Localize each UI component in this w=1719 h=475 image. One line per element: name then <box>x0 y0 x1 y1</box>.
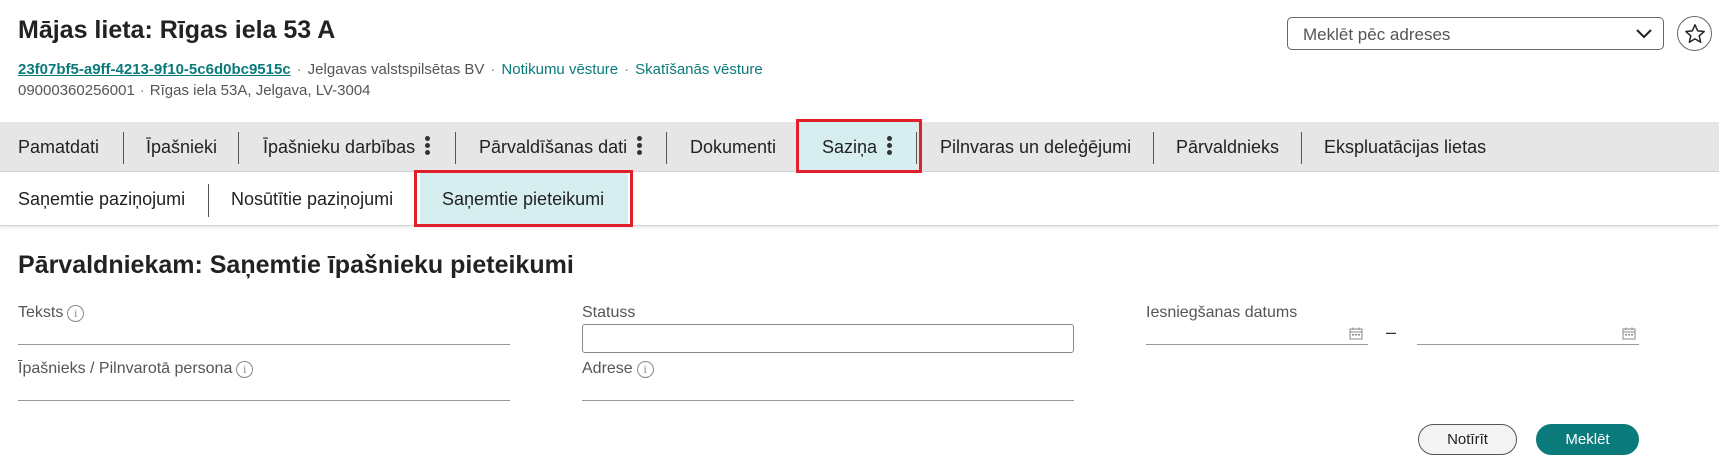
separator: · <box>139 82 145 99</box>
separator: · <box>296 61 302 78</box>
tab-label: Pilnvaras un deleģējumi <box>940 137 1132 157</box>
subtab-sanemtie-pazinojumi[interactable]: Saņemtie paziņojumi <box>18 173 185 226</box>
tab-parvaldisanas-dati[interactable]: Pārvaldīšanas dati <box>479 122 643 172</box>
property-address: Rīgas iela 53A, Jelgava, LV-3004 <box>149 82 371 99</box>
label-text: Adrese <box>582 360 633 377</box>
address-search-select[interactable]: Meklēt pēc adreses <box>1287 17 1664 50</box>
star-icon <box>1685 24 1705 43</box>
tab-label: Ekspluatācijas lietas <box>1324 137 1487 157</box>
tab-divider <box>123 132 124 164</box>
favorite-button[interactable] <box>1677 16 1712 51</box>
separator: · <box>490 61 496 78</box>
status-filter-label: Statuss <box>582 304 636 321</box>
text-filter-label: Teksts i <box>18 304 85 322</box>
header-address-line: 09000360256001 · Rīgas iela 53A, Jelgava, … <box>18 82 371 99</box>
tab-ipasnieki[interactable]: Īpašnieki <box>146 122 217 172</box>
cadastre-number: 09000360256001 <box>18 82 135 99</box>
tab-label: Pārvaldīšanas dati <box>479 137 628 157</box>
subtab-nosutitie-pazinojumi[interactable]: Nosūtītie paziņojumi <box>231 173 393 226</box>
tab-divider <box>238 132 239 164</box>
case-uuid-link[interactable]: 23f07bf5-a9ff-4213-9f10-5c6d0bc9515c <box>18 61 291 78</box>
more-vertical-icon[interactable] <box>425 136 431 156</box>
tab-pamatdati[interactable]: Pamatdati <box>18 122 99 172</box>
tab-parvaldnieks[interactable]: Pārvaldnieks <box>1176 122 1279 172</box>
tab-ekspluatacijas-lietas[interactable]: Ekspluatācijas lietas <box>1324 122 1486 172</box>
search-button[interactable]: Meklēt <box>1536 424 1639 455</box>
tab-divider <box>1153 132 1154 164</box>
tab-label: Pamatdati <box>18 137 100 157</box>
owner-filter-input[interactable] <box>18 400 510 401</box>
tab-label: Dokumenti <box>690 137 777 157</box>
address-filter-input[interactable] <box>582 400 1074 401</box>
page-title: Mājas lieta: Rīgas iela 53 A <box>18 16 336 44</box>
status-select[interactable] <box>582 324 1074 353</box>
info-icon[interactable]: i <box>67 305 85 322</box>
view-history-link[interactable]: Skatīšanās vēsture <box>635 61 763 78</box>
tab-divider <box>1301 132 1302 164</box>
tab-divider <box>208 184 209 217</box>
event-history-link[interactable]: Notikumu vēsture <box>501 61 618 78</box>
date-range-dash: – <box>1386 322 1397 342</box>
header-meta-line: 23f07bf5-a9ff-4213-9f10-5c6d0bc9515c · Jel… <box>18 61 763 78</box>
label-text: Teksts <box>18 304 64 321</box>
tab-divider <box>455 132 456 164</box>
highlight-box-sazina <box>796 119 922 173</box>
info-icon[interactable]: i <box>636 361 654 378</box>
municipality-text: Jelgavas valstspilsētas BV <box>307 61 485 78</box>
calendar-icon[interactable] <box>1349 327 1363 340</box>
tab-label: Īpašnieki <box>146 137 218 157</box>
info-icon[interactable]: i <box>236 361 254 378</box>
tab-dokumenti[interactable]: Dokumenti <box>690 122 776 172</box>
calendar-icon[interactable] <box>1622 327 1636 340</box>
chevron-down-icon <box>1636 29 1652 39</box>
date-from-input[interactable] <box>1146 344 1368 345</box>
label-text: Īpašnieks / Pilnvarotā persona <box>18 360 233 377</box>
section-title: Pārvaldniekam: Saņemtie īpašnieku pietei… <box>18 251 574 279</box>
sub-tabs: Saņemtie paziņojumi Nosūtītie paziņojumi… <box>0 173 1719 226</box>
address-search-placeholder: Meklēt pēc adreses <box>1303 25 1451 44</box>
clear-button[interactable]: Notīrīt <box>1418 424 1517 455</box>
more-vertical-icon[interactable] <box>637 136 643 156</box>
address-filter-label: Adrese i <box>582 360 654 378</box>
tab-label: Pārvaldnieks <box>1176 137 1280 157</box>
highlight-box-sanemtie-pieteikumi <box>414 170 633 227</box>
date-to-input[interactable] <box>1417 344 1639 345</box>
separator: · <box>624 61 630 78</box>
tab-ipasnieku-darbibas[interactable]: Īpašnieku darbības <box>263 122 431 172</box>
text-filter-input[interactable] <box>18 344 510 345</box>
tab-divider <box>666 132 667 164</box>
owner-filter-label: Īpašnieks / Pilnvarotā persona i <box>18 360 254 378</box>
subtab-label: Saņemtie paziņojumi <box>18 189 186 209</box>
tab-pilnvaras-un-delegejumi[interactable]: Pilnvaras un deleģējumi <box>940 122 1131 172</box>
tab-label: Īpašnieku darbības <box>263 137 416 157</box>
submit-date-label: Iesniegšanas datums <box>1146 304 1298 321</box>
subtab-label: Nosūtītie paziņojumi <box>231 189 394 209</box>
